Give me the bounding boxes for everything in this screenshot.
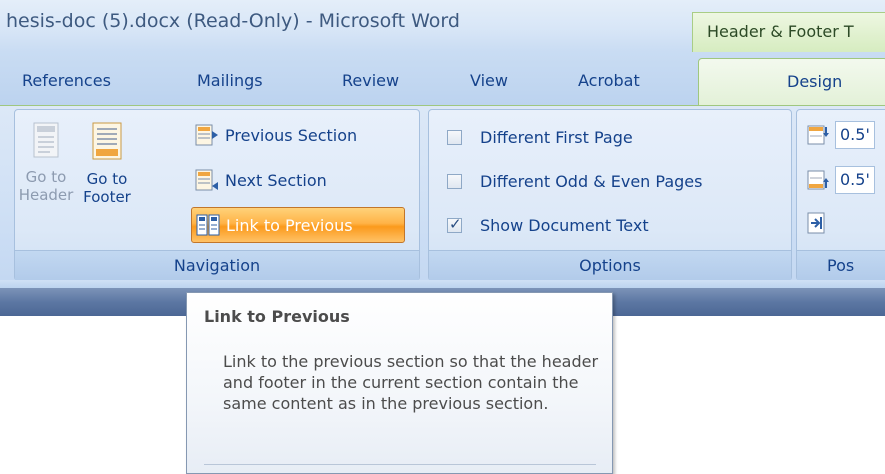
tab-view[interactable]: View — [470, 71, 508, 90]
link-to-previous-tooltip: Link to Previous Link to the previous se… — [186, 292, 613, 474]
show-document-text-label: Show Document Text — [480, 215, 649, 235]
previous-section-button[interactable]: Previous Section — [191, 120, 361, 150]
previous-section-label: Previous Section — [225, 125, 358, 145]
next-section-button[interactable]: Next Section — [191, 165, 331, 195]
different-odd-even-label: Different Odd & Even Pages — [480, 171, 703, 191]
window-title: hesis-doc (5).docx (Read-Only) - Microso… — [6, 10, 460, 32]
different-odd-even-option[interactable]: Different Odd & Even Pages — [447, 168, 702, 194]
tooltip-body: Link to the previous section so that the… — [223, 352, 599, 413]
go-to-footer-label-line2: Footer — [83, 188, 131, 206]
tab-acrobat[interactable]: Acrobat — [578, 71, 640, 90]
tab-design-label: Design — [787, 72, 843, 91]
next-section-label: Next Section — [225, 170, 327, 190]
header-from-top-icon — [807, 125, 829, 145]
header-page-icon — [17, 122, 75, 162]
link-to-previous-button[interactable]: Link to Previous — [191, 207, 405, 243]
tab-review[interactable]: Review — [342, 71, 399, 90]
footer-from-bottom-icon — [807, 170, 829, 190]
tooltip-title: Link to Previous — [204, 307, 350, 326]
different-odd-even-checkbox[interactable] — [447, 173, 462, 189]
different-first-page-label: Different First Page — [480, 127, 633, 147]
context-tab-label: Header & Footer T — [707, 22, 854, 41]
go-to-footer-label-line1: Go to — [86, 170, 128, 188]
link-to-previous-icon — [196, 214, 220, 236]
go-to-header-label-line1: Go to — [25, 168, 67, 186]
tooltip-separator — [204, 464, 596, 465]
next-section-icon — [195, 169, 218, 191]
options-group: Different First Page Different Odd & Eve… — [428, 109, 792, 281]
header-from-top-input[interactable]: 0.5' — [835, 121, 875, 149]
position-group-label: Pos — [797, 250, 885, 280]
show-document-text-checkbox[interactable] — [447, 215, 462, 233]
options-group-label: Options — [429, 250, 791, 280]
tab-design[interactable]: Design — [698, 58, 885, 105]
different-first-page-option[interactable]: Different First Page — [447, 124, 633, 150]
insert-alignment-tab-icon[interactable] — [807, 212, 827, 234]
ribbon: Go to Header Go to Footer Previous Secti… — [0, 105, 885, 281]
go-to-header-label-line2: Header — [18, 186, 74, 204]
footer-from-bottom-row: 0.5' — [807, 165, 875, 195]
header-from-top-row: 0.5' — [807, 120, 875, 150]
title-bar: hesis-doc (5).docx (Read-Only) - Microso… — [0, 0, 885, 52]
footer-from-bottom-input[interactable]: 0.5' — [835, 166, 875, 194]
different-first-page-checkbox[interactable] — [447, 129, 462, 145]
previous-section-icon — [195, 124, 218, 146]
navigation-group-label: Navigation — [15, 250, 419, 280]
link-to-previous-label: Link to Previous — [226, 215, 353, 235]
navigation-group: Go to Header Go to Footer Previous Secti… — [14, 109, 420, 281]
insert-alignment-tab-row[interactable] — [807, 208, 827, 238]
position-group: 0.5' 0.5' Pos — [796, 109, 885, 281]
tab-mailings[interactable]: Mailings — [197, 71, 263, 90]
go-to-footer-button[interactable]: Go to Footer — [75, 122, 139, 206]
tab-references[interactable]: References — [22, 71, 111, 90]
ribbon-bottom-edge — [0, 280, 885, 288]
go-to-header-button[interactable]: Go to Header — [17, 122, 75, 204]
show-document-text-option[interactable]: Show Document Text — [447, 212, 649, 238]
footer-page-icon — [75, 122, 139, 164]
context-tab-header-footer-tools: Header & Footer T — [692, 12, 885, 52]
